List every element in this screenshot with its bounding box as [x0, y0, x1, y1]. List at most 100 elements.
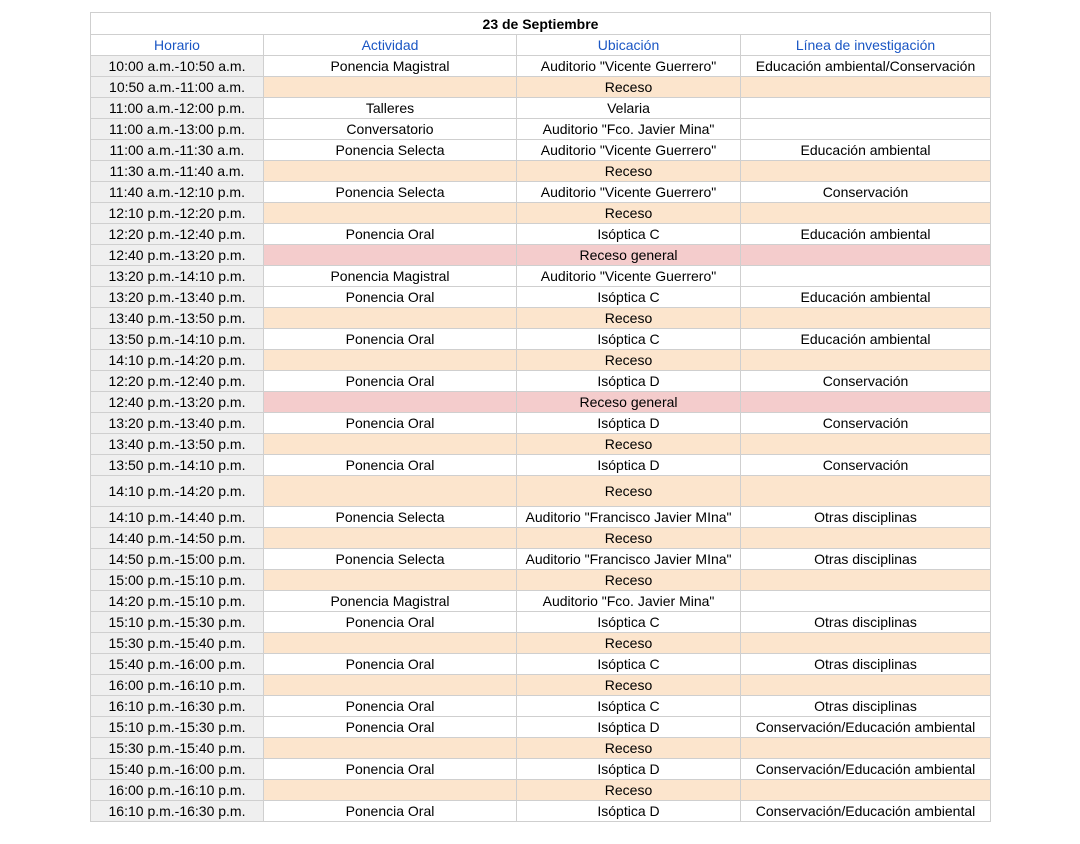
activity-cell: Ponencia Oral [263, 370, 517, 392]
time-cell: 16:00 p.m.-16:10 p.m. [90, 779, 264, 801]
time-cell: 11:00 a.m.-12:00 p.m. [90, 97, 264, 119]
time-cell: 13:50 p.m.-14:10 p.m. [90, 328, 264, 350]
research-line-cell [740, 475, 991, 507]
time-cell: 10:00 a.m.-10:50 a.m. [90, 55, 264, 77]
time-cell: 14:40 p.m.-14:50 p.m. [90, 527, 264, 549]
location-cell: Receso [516, 202, 741, 224]
research-line-cell: Otras disciplinas [740, 548, 991, 570]
location-cell: Receso [516, 569, 741, 591]
location-cell: Receso [516, 737, 741, 759]
activity-cell: Ponencia Oral [263, 286, 517, 308]
location-cell: Auditorio "Francisco Javier MIna" [516, 506, 741, 528]
time-cell: 15:40 p.m.-16:00 p.m. [90, 653, 264, 675]
activity-cell [263, 475, 517, 507]
location-cell: Isóptica C [516, 653, 741, 675]
table-row: 12:20 p.m.-12:40 p.m. Ponencia Oral Isópti… [90, 370, 991, 392]
table-row: 13:40 p.m.-13:50 p.m. Receso [90, 307, 991, 329]
time-cell: 14:20 p.m.-15:10 p.m. [90, 590, 264, 612]
research-line-cell: Educación ambiental [740, 139, 991, 161]
table-row: 15:10 p.m.-15:30 p.m. Ponencia Oral Isópti… [90, 716, 991, 738]
location-cell: Receso [516, 632, 741, 654]
research-line-cell: Educación ambiental/Conservación [740, 55, 991, 77]
activity-cell: Ponencia Oral [263, 695, 517, 717]
research-line-cell [740, 674, 991, 696]
schedule-table: 23 de Septiembre Horario Actividad Ubica… [90, 12, 991, 822]
table-row: 15:40 p.m.-16:00 p.m. Ponencia Oral Isópti… [90, 758, 991, 780]
research-line-cell [740, 391, 991, 413]
time-cell: 14:50 p.m.-15:00 p.m. [90, 548, 264, 570]
location-cell: Isóptica D [516, 716, 741, 738]
research-line-cell [740, 265, 991, 287]
table-row: 14:20 p.m.-15:10 p.m. Ponencia Magistral A… [90, 590, 991, 612]
time-cell: 13:20 p.m.-13:40 p.m. [90, 412, 264, 434]
activity-cell: Ponencia Magistral [263, 590, 517, 612]
research-line-cell [740, 118, 991, 140]
location-cell: Auditorio "Vicente Guerrero" [516, 55, 741, 77]
activity-cell: Ponencia Oral [263, 412, 517, 434]
research-line-cell [740, 202, 991, 224]
research-line-cell: Educación ambiental [740, 286, 991, 308]
table-row: 14:10 p.m.-14:20 p.m. Receso [90, 349, 991, 371]
research-line-cell: Conservación/Educación ambiental [740, 716, 991, 738]
research-line-cell [740, 76, 991, 98]
research-line-cell: Conservación [740, 370, 991, 392]
research-line-cell: Educación ambiental [740, 328, 991, 350]
location-cell: Isóptica C [516, 611, 741, 633]
activity-cell [263, 307, 517, 329]
time-cell: 13:20 p.m.-14:10 p.m. [90, 265, 264, 287]
table-row: 10:50 a.m.-11:00 a.m. Receso [90, 76, 991, 98]
research-line-cell: Conservación [740, 412, 991, 434]
time-cell: 15:10 p.m.-15:30 p.m. [90, 716, 264, 738]
header-row: Horario Actividad Ubicación Línea de inv… [90, 34, 991, 56]
time-cell: 11:00 a.m.-11:30 a.m. [90, 139, 264, 161]
time-cell: 10:50 a.m.-11:00 a.m. [90, 76, 264, 98]
table-row: 13:20 p.m.-14:10 p.m. Ponencia Magistral A… [90, 265, 991, 287]
location-cell: Isóptica D [516, 800, 741, 822]
activity-cell [263, 527, 517, 549]
location-cell: Isóptica D [516, 454, 741, 476]
activity-cell [263, 391, 517, 413]
location-cell: Auditorio "Fco. Javier Mina" [516, 590, 741, 612]
research-line-cell [740, 160, 991, 182]
location-cell: Receso general [516, 391, 741, 413]
activity-cell: Ponencia Oral [263, 653, 517, 675]
research-line-cell: Otras disciplinas [740, 695, 991, 717]
research-line-cell [740, 632, 991, 654]
research-line-cell [740, 244, 991, 266]
table-row: 13:50 p.m.-14:10 p.m. Ponencia Oral Isópti… [90, 454, 991, 476]
location-cell: Receso [516, 674, 741, 696]
activity-cell: Ponencia Oral [263, 758, 517, 780]
location-cell: Isóptica C [516, 328, 741, 350]
table-row: 11:00 a.m.-12:00 p.m. Talleres Velaria [90, 97, 991, 119]
table-row: 16:00 p.m.-16:10 p.m. Receso [90, 779, 991, 801]
location-cell: Receso [516, 76, 741, 98]
activity-cell: Talleres [263, 97, 517, 119]
location-cell: Receso [516, 475, 741, 507]
activity-cell: Ponencia Magistral [263, 55, 517, 77]
time-cell: 15:30 p.m.-15:40 p.m. [90, 632, 264, 654]
activity-cell: Ponencia Oral [263, 611, 517, 633]
research-line-cell: Otras disciplinas [740, 653, 991, 675]
activity-cell [263, 632, 517, 654]
table-row: 16:10 p.m.-16:30 p.m. Ponencia Oral Isópti… [90, 695, 991, 717]
location-cell: Isóptica D [516, 758, 741, 780]
time-cell: 12:40 p.m.-13:20 p.m. [90, 244, 264, 266]
location-cell: Auditorio "Francisco Javier MIna" [516, 548, 741, 570]
table-row: 15:10 p.m.-15:30 p.m. Ponencia Oral Isópti… [90, 611, 991, 633]
time-cell: 12:40 p.m.-13:20 p.m. [90, 391, 264, 413]
table-row: 15:40 p.m.-16:00 p.m. Ponencia Oral Isópti… [90, 653, 991, 675]
research-line-cell [740, 569, 991, 591]
table-row: 14:10 p.m.-14:40 p.m. Ponencia Selecta Aud… [90, 506, 991, 528]
location-cell: Auditorio "Vicente Guerrero" [516, 265, 741, 287]
location-cell: Isóptica D [516, 412, 741, 434]
time-cell: 15:30 p.m.-15:40 p.m. [90, 737, 264, 759]
table-row: 15:30 p.m.-15:40 p.m. Receso [90, 737, 991, 759]
research-line-cell: Educación ambiental [740, 223, 991, 245]
header-actividad: Actividad [263, 34, 517, 56]
table-row: 11:00 a.m.-11:30 a.m. Ponencia Selecta Aud… [90, 139, 991, 161]
table-row: 12:10 p.m.-12:20 p.m. Receso [90, 202, 991, 224]
activity-cell [263, 569, 517, 591]
location-cell: Isóptica C [516, 286, 741, 308]
time-cell: 11:30 a.m.-11:40 a.m. [90, 160, 264, 182]
schedule-body: 10:00 a.m.-10:50 a.m. Ponencia Magistral A… [90, 55, 991, 822]
